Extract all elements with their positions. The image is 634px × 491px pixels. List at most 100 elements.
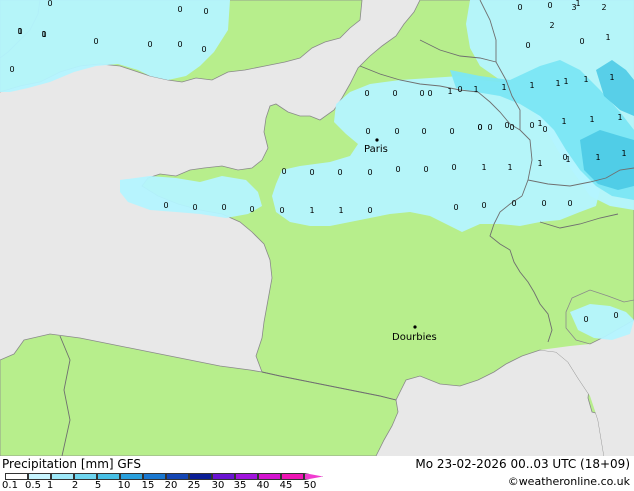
precip-value-label: 0 (453, 203, 458, 212)
precip-value-label: 0 (365, 127, 370, 136)
precip-value-label: 0 (309, 168, 314, 177)
legend-swatch (166, 473, 189, 480)
precip-value-label: 0 (367, 168, 372, 177)
precip-value-label: 0 (221, 203, 226, 212)
precip-value-label: 0 (421, 127, 426, 136)
precip-value-label: 1 (563, 77, 568, 86)
precip-value-label: 0 (337, 168, 342, 177)
precip-value-label: 0 (192, 203, 197, 212)
footer: Precipitation [mm] GFS Mo 23-02-2026 00.… (0, 456, 634, 491)
precip-value-label: 0 (419, 89, 424, 98)
precip-value-label: 0 (517, 3, 522, 12)
precip-value-label: 0 (547, 1, 552, 10)
precip-value-label: 0 (542, 125, 547, 134)
legend-swatch (120, 473, 143, 480)
legend-label: 25 (187, 480, 201, 491)
precip-value-label: 1 (447, 87, 452, 96)
legend-swatch (281, 473, 304, 480)
legend-label: 30 (211, 480, 225, 491)
precip-value-label: 0 (613, 311, 618, 320)
precip-value-label: 1 (507, 163, 512, 172)
legend-label: 15 (141, 480, 155, 491)
precip-value-label: 0 (394, 127, 399, 136)
precip-value-label: 1 (529, 81, 534, 90)
precip-value-label: 0 (281, 167, 286, 176)
chart-title: Precipitation [mm] GFS (2, 457, 141, 471)
legend-swatch (235, 473, 258, 480)
precip-value-label: 0 (93, 37, 98, 46)
precip-value-label: 0 (367, 206, 372, 215)
precip-value-label: 1 (583, 75, 588, 84)
precip-value-label: 0 (567, 199, 572, 208)
precip-value-label: 0 (481, 201, 486, 210)
city-label-dourbies: Dourbies (392, 332, 437, 343)
legend-label: 20 (164, 480, 178, 491)
precip-value-label: 0 (541, 199, 546, 208)
precip-value-label: 1 (473, 85, 478, 94)
precip-value-label: 0 (364, 89, 369, 98)
precip-value-label: 0 (449, 127, 454, 136)
precip-value-label: 1 (617, 113, 622, 122)
legend-swatch (5, 473, 28, 480)
legend-label: 1 (46, 480, 54, 491)
precip-value-label: 1 (595, 153, 600, 162)
city-label-paris: Paris (364, 144, 388, 155)
precip-value-label: 0 (392, 89, 397, 98)
precip-value-label: 0 (529, 121, 534, 130)
precip-value-label: 0 (47, 0, 52, 8)
precip-value-label: 1 (537, 119, 542, 128)
legend-label: 0.1 (2, 480, 18, 491)
precip-value-label: 0 (203, 7, 208, 16)
precipitation-map: 0 0 0 0 0 0 0 0 0 0 0 0 0 0 0 0 0 0 0 0 0 0 0 0 0 0 0 0 0 0 0 0 0 0 0 0 0 0 0 0… (0, 0, 634, 456)
precip-value-label: 0 (177, 5, 182, 14)
precip-value-label: 1 (605, 33, 610, 42)
precip-value-label: 0 (451, 163, 456, 172)
legend-label: 5 (94, 480, 102, 491)
precip-value-label: 1 (561, 117, 566, 126)
precip-value-label: 0 (147, 40, 152, 49)
precip-value-label: 0 (249, 205, 254, 214)
legend-label: 45 (279, 480, 293, 491)
precip-value-label: 1 (589, 115, 594, 124)
precip-value-label: 0 (457, 85, 462, 94)
precip-value-label: 1 (309, 206, 314, 215)
precip-value-label: 0 (9, 65, 14, 74)
precip-value-label: 1 (565, 155, 570, 164)
legend-swatch (212, 473, 235, 480)
precip-value-label: 1 (338, 206, 343, 215)
legend-label: 0.5 (25, 480, 41, 491)
legend-label: 35 (233, 480, 247, 491)
legend-label: 10 (117, 480, 131, 491)
legend-label: 40 (256, 480, 270, 491)
precip-value-label: 0 (511, 199, 516, 208)
legend-label: 50 (303, 480, 317, 491)
legend-swatch (258, 473, 281, 480)
city-marker-dourbies (413, 325, 417, 329)
precip-value-label: 1 (481, 163, 486, 172)
precip-value-label: 0 (177, 40, 182, 49)
precip-value-label: 1 (17, 27, 22, 36)
precip-value-label: 1 (537, 159, 542, 168)
legend-swatch (143, 473, 166, 480)
legend-swatch (189, 473, 212, 480)
precip-value-label: 3 (571, 3, 576, 12)
precip-value-label: 0 (487, 123, 492, 132)
legend-swatch (74, 473, 97, 480)
color-legend (5, 473, 327, 480)
precip-value-label: 0 (583, 315, 588, 324)
legend-label: 2 (71, 480, 79, 491)
precip-value-label: 0 (525, 41, 530, 50)
precip-value-label: 1 (555, 79, 560, 88)
precip-value-label: 0 (477, 123, 482, 132)
precip-value-label: 1 (621, 149, 626, 158)
precip-value-label: 0 (395, 165, 400, 174)
legend-swatch (51, 473, 74, 480)
precip-value-label: 2 (601, 3, 606, 12)
precip-value-label: 0 (279, 206, 284, 215)
forecast-datetime: Mo 23-02-2026 00..03 UTC (18+09) (415, 457, 630, 471)
precip-value-label: 0 (427, 89, 432, 98)
legend-swatch (97, 473, 120, 480)
precip-value-label: 0 (201, 45, 206, 54)
legend-swatch (304, 473, 323, 480)
precip-value-label: 1 (501, 83, 506, 92)
